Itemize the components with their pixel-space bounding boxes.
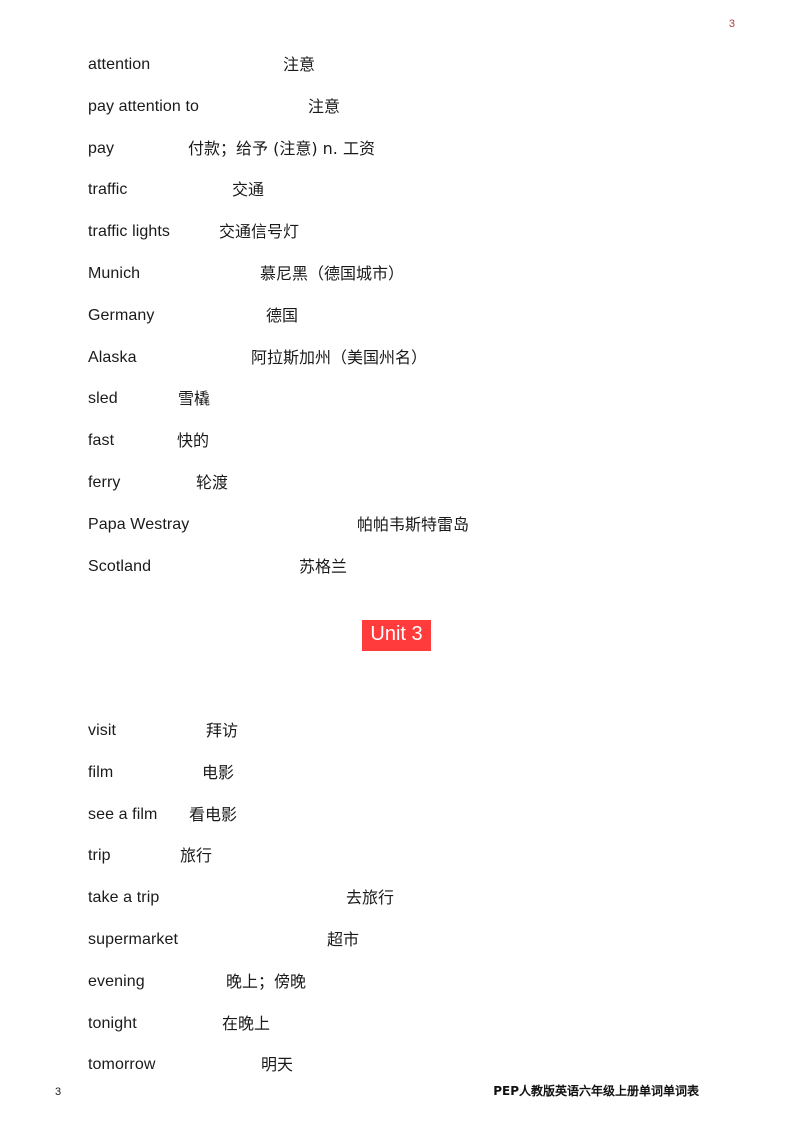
vocabulary-english-term: pay xyxy=(88,139,115,157)
vocabulary-row: Germany 德国 xyxy=(0,295,793,337)
page-number-top: 3 xyxy=(728,18,735,30)
vocabulary-chinese-meaning: 超市 xyxy=(327,929,360,949)
vocabulary-row: Alaska 阿拉斯加州（美国州名） xyxy=(0,337,793,379)
vocabulary-english-term: Scotland xyxy=(88,557,152,575)
vocabulary-chinese-meaning: 拜访 xyxy=(206,721,239,740)
vocabulary-row: pay 付款；给予 (注意) n. 工资 xyxy=(0,128,793,170)
vocabulary-row: traffic 交通 xyxy=(0,169,793,211)
vocabulary-english-term: ferry xyxy=(88,473,121,491)
vocabulary-english-term: take a trip xyxy=(88,889,160,907)
vocabulary-row: Munich 慕尼黑（德国城市） xyxy=(0,253,793,295)
vocabulary-chinese-meaning: 轮渡 xyxy=(196,472,229,492)
vocabulary-english-term: traffic xyxy=(88,181,128,199)
vocabulary-row: tomorrow 明天 xyxy=(0,1044,793,1086)
vocabulary-chinese-meaning: 交通信号灯 xyxy=(219,222,300,242)
vocabulary-row: see a film 看电影 xyxy=(0,794,793,836)
vocabulary-english-term: Alaska xyxy=(88,348,137,366)
vocabulary-chinese-meaning: 付款；给予 (注意) n. 工资 xyxy=(188,138,375,158)
vocabulary-chinese-meaning: 阿拉斯加州（美国州名） xyxy=(251,347,428,367)
vocabulary-row: Papa Westray 帕帕韦斯特雷岛 xyxy=(0,504,793,546)
vocabulary-chinese-meaning: 交通 xyxy=(232,180,265,200)
vocabulary-english-term: supermarket xyxy=(88,930,179,948)
document-page: 3 attention 注意 pay attention to 注意 pay 付款；给予 … xyxy=(0,0,793,1122)
vocabulary-english-term: Munich xyxy=(88,264,141,282)
vocabulary-row: film 电影 xyxy=(0,752,793,794)
vocabulary-chinese-meaning: 快的 xyxy=(177,431,210,451)
vocabulary-row: trip 旅行 xyxy=(0,835,793,877)
vocabulary-english-term: evening xyxy=(88,972,145,990)
vocabulary-english-term: see a film xyxy=(88,805,158,823)
vocabulary-row: fast 快的 xyxy=(0,420,793,462)
vocabulary-english-term: pay attention to xyxy=(88,97,200,115)
vocabulary-chinese-meaning: 苏格兰 xyxy=(299,556,348,576)
vocabulary-english-term: Germany xyxy=(88,306,155,324)
vocabulary-chinese-meaning: 看电影 xyxy=(189,804,238,824)
vocabulary-english-term: film xyxy=(88,763,114,781)
page-number-bottom: 3 xyxy=(55,1086,62,1098)
vocabulary-chinese-meaning: 明天 xyxy=(261,1055,294,1075)
vocabulary-english-term: attention xyxy=(88,56,151,73)
vocabulary-chinese-meaning: 德国 xyxy=(266,305,299,325)
vocabulary-row: tonight 在晚上 xyxy=(0,1003,793,1045)
unit-heading-wrapper: Unit 3 xyxy=(0,620,793,651)
vocabulary-row: Scotland 苏格兰 xyxy=(0,546,793,588)
vocabulary-english-term: traffic lights xyxy=(88,223,171,241)
vocabulary-chinese-meaning: 帕帕韦斯特雷岛 xyxy=(357,514,470,534)
vocabulary-english-term: tonight xyxy=(88,1014,137,1032)
vocabulary-chinese-meaning: 注意 xyxy=(308,96,341,116)
vocabulary-row: ferry 轮渡 xyxy=(0,462,793,504)
vocabulary-list-section-two: visit 拜访 film 电影 see a film 看电影 trip 旅行 take a t… xyxy=(0,710,793,1086)
vocabulary-chinese-meaning: 电影 xyxy=(202,762,235,782)
vocabulary-row: evening 晚上；傍晚 xyxy=(0,961,793,1003)
unit-heading-badge: Unit 3 xyxy=(362,620,431,651)
vocabulary-row: take a trip 去旅行 xyxy=(0,877,793,919)
vocabulary-chinese-meaning: 在晚上 xyxy=(222,1013,271,1033)
vocabulary-row: visit 拜访 xyxy=(0,710,793,752)
vocabulary-english-term: fast xyxy=(88,432,115,450)
vocabulary-chinese-meaning: 旅行 xyxy=(180,846,213,866)
vocabulary-chinese-meaning: 晚上；傍晚 xyxy=(226,971,307,991)
vocabulary-chinese-meaning: 注意 xyxy=(283,55,316,74)
vocabulary-english-term: tomorrow xyxy=(88,1056,156,1074)
vocabulary-english-term: Papa Westray xyxy=(88,515,190,533)
vocabulary-list-section-one: attention 注意 pay attention to 注意 pay 付款；给予 (注… xyxy=(0,44,793,587)
vocabulary-chinese-meaning: 去旅行 xyxy=(346,888,395,908)
vocabulary-chinese-meaning: 慕尼黑（德国城市） xyxy=(260,263,405,283)
vocabulary-row: supermarket 超市 xyxy=(0,919,793,961)
vocabulary-chinese-meaning: 雪橇 xyxy=(178,389,211,409)
vocabulary-english-term: visit xyxy=(88,722,117,739)
vocabulary-row: traffic lights 交通信号灯 xyxy=(0,211,793,253)
vocabulary-row: attention 注意 xyxy=(0,44,793,86)
vocabulary-row: sled 雪橇 xyxy=(0,378,793,420)
vocabulary-row: pay attention to 注意 xyxy=(0,86,793,128)
footer-title: PEP人教版英语六年级上册单词单词表 xyxy=(493,1084,699,1098)
vocabulary-english-term: sled xyxy=(88,390,118,408)
vocabulary-english-term: trip xyxy=(88,847,111,865)
